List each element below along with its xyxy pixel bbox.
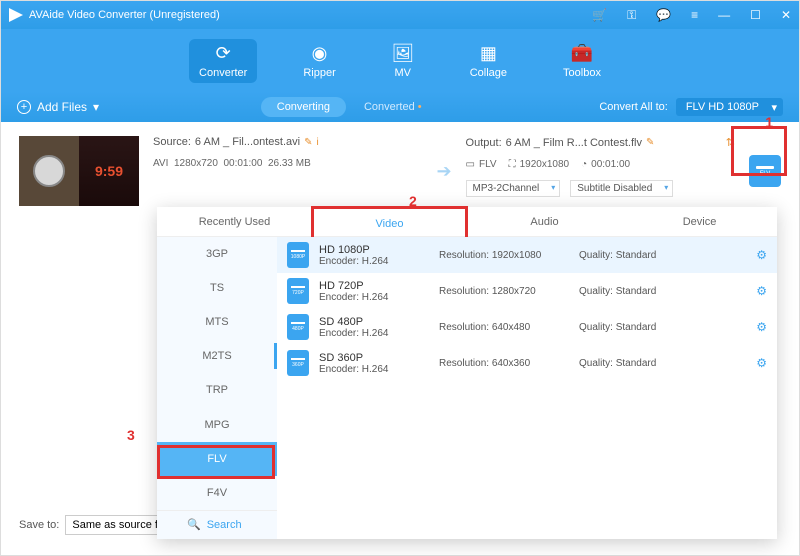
main-nav: ⟳Converter ◉Ripper 🖼MV ▦Collage 🧰Toolbox [1, 29, 799, 92]
dropdown-tabs: Recently Used Video Audio Device [157, 207, 777, 237]
preset-row[interactable]: 1080P HD 1080PEncoder: H.264 Resolution:… [277, 237, 777, 273]
save-to-input[interactable] [65, 515, 165, 535]
nav-mv[interactable]: 🖼MV [382, 39, 424, 83]
annotation-label-3: 3 [127, 427, 135, 443]
annotation-label-1: 1 [765, 114, 773, 130]
convert-all-control: Convert All to: FLV HD 1080P [599, 98, 783, 116]
app-logo-icon [9, 8, 23, 22]
gear-icon[interactable]: ⚙ [756, 320, 767, 334]
preset-icon: 480P [287, 314, 309, 340]
source-meta: AVI 1280x720 00:01:00 26.33 MB [153, 158, 422, 169]
save-to-row: Save to: [19, 515, 165, 535]
title-bar: AVAide Video Converter (Unregistered) 🛒 … [1, 1, 799, 29]
preset-list: 1080P HD 1080PEncoder: H.264 Resolution:… [277, 237, 777, 539]
edit-icon[interactable]: ✎ [646, 137, 654, 148]
key-icon[interactable]: ⚿ [627, 8, 636, 23]
sidebar-item-trp[interactable]: TRP [157, 373, 277, 407]
mv-icon: 🖼 [392, 43, 414, 65]
annotation-label-2: 2 [409, 193, 417, 209]
collage-icon: ▦ [477, 43, 499, 65]
ddtab-audio[interactable]: Audio [467, 207, 622, 236]
tab-converted[interactable]: Converted • [348, 97, 438, 117]
conversion-tabs: Converting Converted • [99, 97, 599, 117]
converter-icon: ⟳ [212, 43, 234, 65]
ripper-icon: ◉ [309, 43, 331, 65]
preset-row[interactable]: 480P SD 480PEncoder: H.264 Resolution: 6… [277, 309, 777, 345]
preset-row[interactable]: 720P HD 720PEncoder: H.264 Resolution: 1… [277, 273, 777, 309]
ddtab-device[interactable]: Device [622, 207, 777, 236]
file-item: 9:59 Source: 6 AM _ Fil...ontest.avi ✎ i… [19, 136, 781, 206]
resolution-badge: ⛶ 1920x1080 [509, 159, 570, 170]
subtitle-select[interactable]: Subtitle Disabled [570, 180, 673, 197]
tab-converting[interactable]: Converting [261, 97, 346, 117]
source-pane: Source: 6 AM _ Fil...ontest.avi ✎ i AVI … [153, 136, 422, 206]
close-button[interactable]: ✕ [781, 8, 791, 23]
edit-icon[interactable]: ✎ [304, 137, 312, 148]
preset-icon: 1080P [287, 242, 309, 268]
preset-icon: 720P [287, 278, 309, 304]
minimize-button[interactable]: — [718, 8, 730, 23]
window-controls: 🛒 ⚿ 💬 ≡ — ☐ ✕ [592, 8, 791, 23]
search-icon: 🔍 [187, 518, 201, 531]
sidebar-item-mts[interactable]: MTS [157, 305, 277, 339]
clock-icon [33, 155, 65, 187]
nav-converter[interactable]: ⟳Converter [189, 39, 257, 83]
toolbox-icon: 🧰 [571, 43, 593, 65]
preset-icon: 360P [287, 350, 309, 376]
gear-icon[interactable]: ⚙ [756, 356, 767, 370]
container-badge: ▭ FLV [466, 159, 497, 170]
sidebar-item-f4v[interactable]: F4V [157, 476, 277, 510]
sidebar-item-mpg[interactable]: MPG [157, 407, 277, 441]
app-title: AVAide Video Converter (Unregistered) [29, 9, 592, 21]
sidebar-item-flv[interactable]: FLV [157, 442, 277, 476]
sidebar-item-ts[interactable]: TS [157, 271, 277, 305]
preset-row[interactable]: 360P SD 360PEncoder: H.264 Resolution: 6… [277, 345, 777, 381]
nav-toolbox[interactable]: 🧰Toolbox [553, 39, 611, 83]
nav-ripper[interactable]: ◉Ripper [293, 39, 345, 83]
app-window: AVAide Video Converter (Unregistered) 🛒 … [0, 0, 800, 556]
format-dropdown: Recently Used Video Audio Device 2 3GP T… [157, 207, 777, 539]
add-files-button[interactable]: + Add Files ▾ [17, 100, 99, 114]
sidebar-item-m2ts[interactable]: M2TS [157, 339, 277, 373]
maximize-button[interactable]: ☐ [750, 8, 761, 23]
search-button[interactable]: 🔍Search [157, 510, 277, 539]
thumbnail[interactable]: 9:59 [19, 136, 139, 206]
sidebar-item-3gp[interactable]: 3GP [157, 237, 277, 271]
reorder-icon[interactable]: ⇅ [726, 136, 735, 149]
format-button[interactable]: FLV [749, 155, 781, 187]
duration-badge: ◔ 00:01:00 [581, 159, 630, 170]
format-sidebar: 3GP TS MTS M2TS TRP MPG FLV F4V 🔍Search [157, 237, 277, 539]
gear-icon[interactable]: ⚙ [756, 284, 767, 298]
ddtab-recently[interactable]: Recently Used [157, 207, 312, 236]
output-pane: Output: 6 AM _ Film R...t Contest.flv ✎ … [466, 136, 735, 206]
arrow-icon: ➔ [436, 161, 451, 182]
chat-icon[interactable]: 💬 [656, 8, 671, 23]
menu-icon[interactable]: ≡ [691, 8, 698, 23]
nav-collage[interactable]: ▦Collage [460, 39, 517, 83]
info-icon[interactable]: i [316, 137, 318, 148]
gear-icon[interactable]: ⚙ [756, 248, 767, 262]
sub-bar: + Add Files ▾ Converting Converted • Con… [1, 92, 799, 122]
ddtab-video[interactable]: Video [312, 207, 467, 236]
audio-select[interactable]: MP3-2Channel [466, 180, 561, 197]
cart-icon[interactable]: 🛒 [592, 8, 607, 23]
plus-icon: + [17, 100, 31, 114]
